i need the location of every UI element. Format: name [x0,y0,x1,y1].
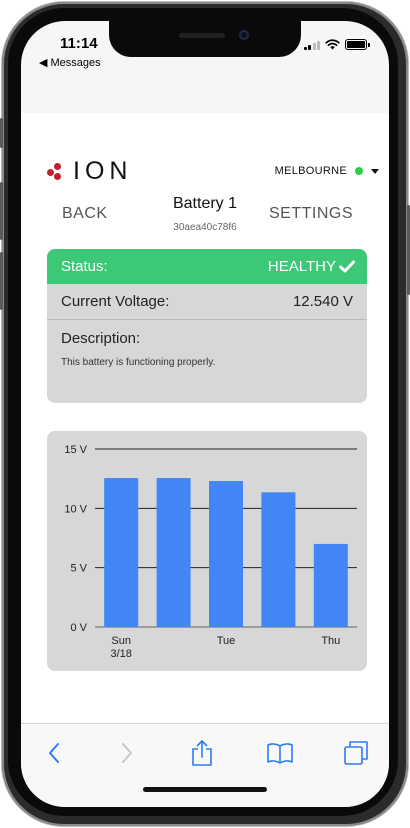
voltage-label: Current Voltage: [61,293,170,310]
battery-info-card: Status: HEALTHY Current Voltage: 12.540 … [47,249,367,403]
chart-bar [209,481,243,627]
description-label: Description: [61,330,141,347]
x-tick-label: Sun [111,635,131,647]
status-icons [303,39,370,50]
status-value-group: HEALTHY [268,258,355,275]
settings-button[interactable]: SETTINGS [269,205,353,223]
status-value: HEALTHY [267,258,336,275]
checkmark-icon [339,260,355,273]
safari-toolbar [21,723,389,807]
speaker-grille [179,33,225,38]
voltage-value: 12.540 V [292,293,353,310]
volume-up-button [0,182,3,240]
chart-bar [313,543,348,627]
wifi-icon [325,39,340,50]
x-tick-label: Tue [217,635,236,647]
back-nav-button[interactable] [39,738,69,768]
chevron-left-icon [49,743,59,763]
location-label: MELBOURNE [274,165,347,177]
battery-id: 30aea40c78f6 [173,222,237,233]
chart-bar [261,492,296,627]
forward-nav-button[interactable] [112,738,142,768]
chart-bar [156,478,191,627]
book-icon [267,743,293,764]
battery-status-icon [345,39,370,50]
online-status-dot [355,167,363,175]
x-tick-sublabel: 3/18 [110,648,131,660]
notch [109,21,301,57]
back-to-app-link[interactable]: ◀ Messages [39,56,101,69]
y-tick-label: 5 V [70,563,87,575]
x-tick-label: Thu [321,635,340,647]
tabs-button[interactable] [341,738,371,768]
web-page: ION MELBOURNE BACK Battery 1 30aea40c78f… [21,113,389,723]
description-text: This battery is functioning properly. [61,357,216,368]
tabs-icon [344,741,368,765]
chevron-right-icon [122,743,132,763]
front-camera [239,30,249,40]
status-time: 11:14 [60,35,98,52]
cellular-signal-icon [303,40,320,50]
y-tick-label: 15 V [64,444,87,456]
voltage-bar-chart: 0 V 5 V 10 V 15 V Sun3/18 Tue Thu [64,444,357,660]
volume-down-button [0,252,3,310]
bookmarks-button[interactable] [265,738,295,768]
status-label: Status: [61,258,108,275]
y-tick-label: 10 V [64,503,87,515]
share-button[interactable] [187,738,217,768]
share-icon [192,740,212,766]
y-tick-label: 0 V [70,622,87,634]
logo-text: ION [73,157,133,185]
voltage-row: Current Voltage: 12.540 V [47,284,367,320]
mute-switch [0,118,3,148]
caret-down-icon [371,168,379,174]
voltage-chart-card: 0 V 5 V 10 V 15 V Sun 3/18 Tue Thu [47,431,367,671]
phone-screen: 11:14 ◀ Messages ION MELBOURNE BACK Batt… [21,21,389,807]
chart-bar [104,478,139,627]
logo-dots-icon [47,162,67,182]
ion-logo[interactable]: ION [47,157,132,186]
location-selector[interactable]: MELBOURNE [275,165,379,177]
home-indicator [143,787,267,792]
status-row: Status: HEALTHY [47,249,367,284]
